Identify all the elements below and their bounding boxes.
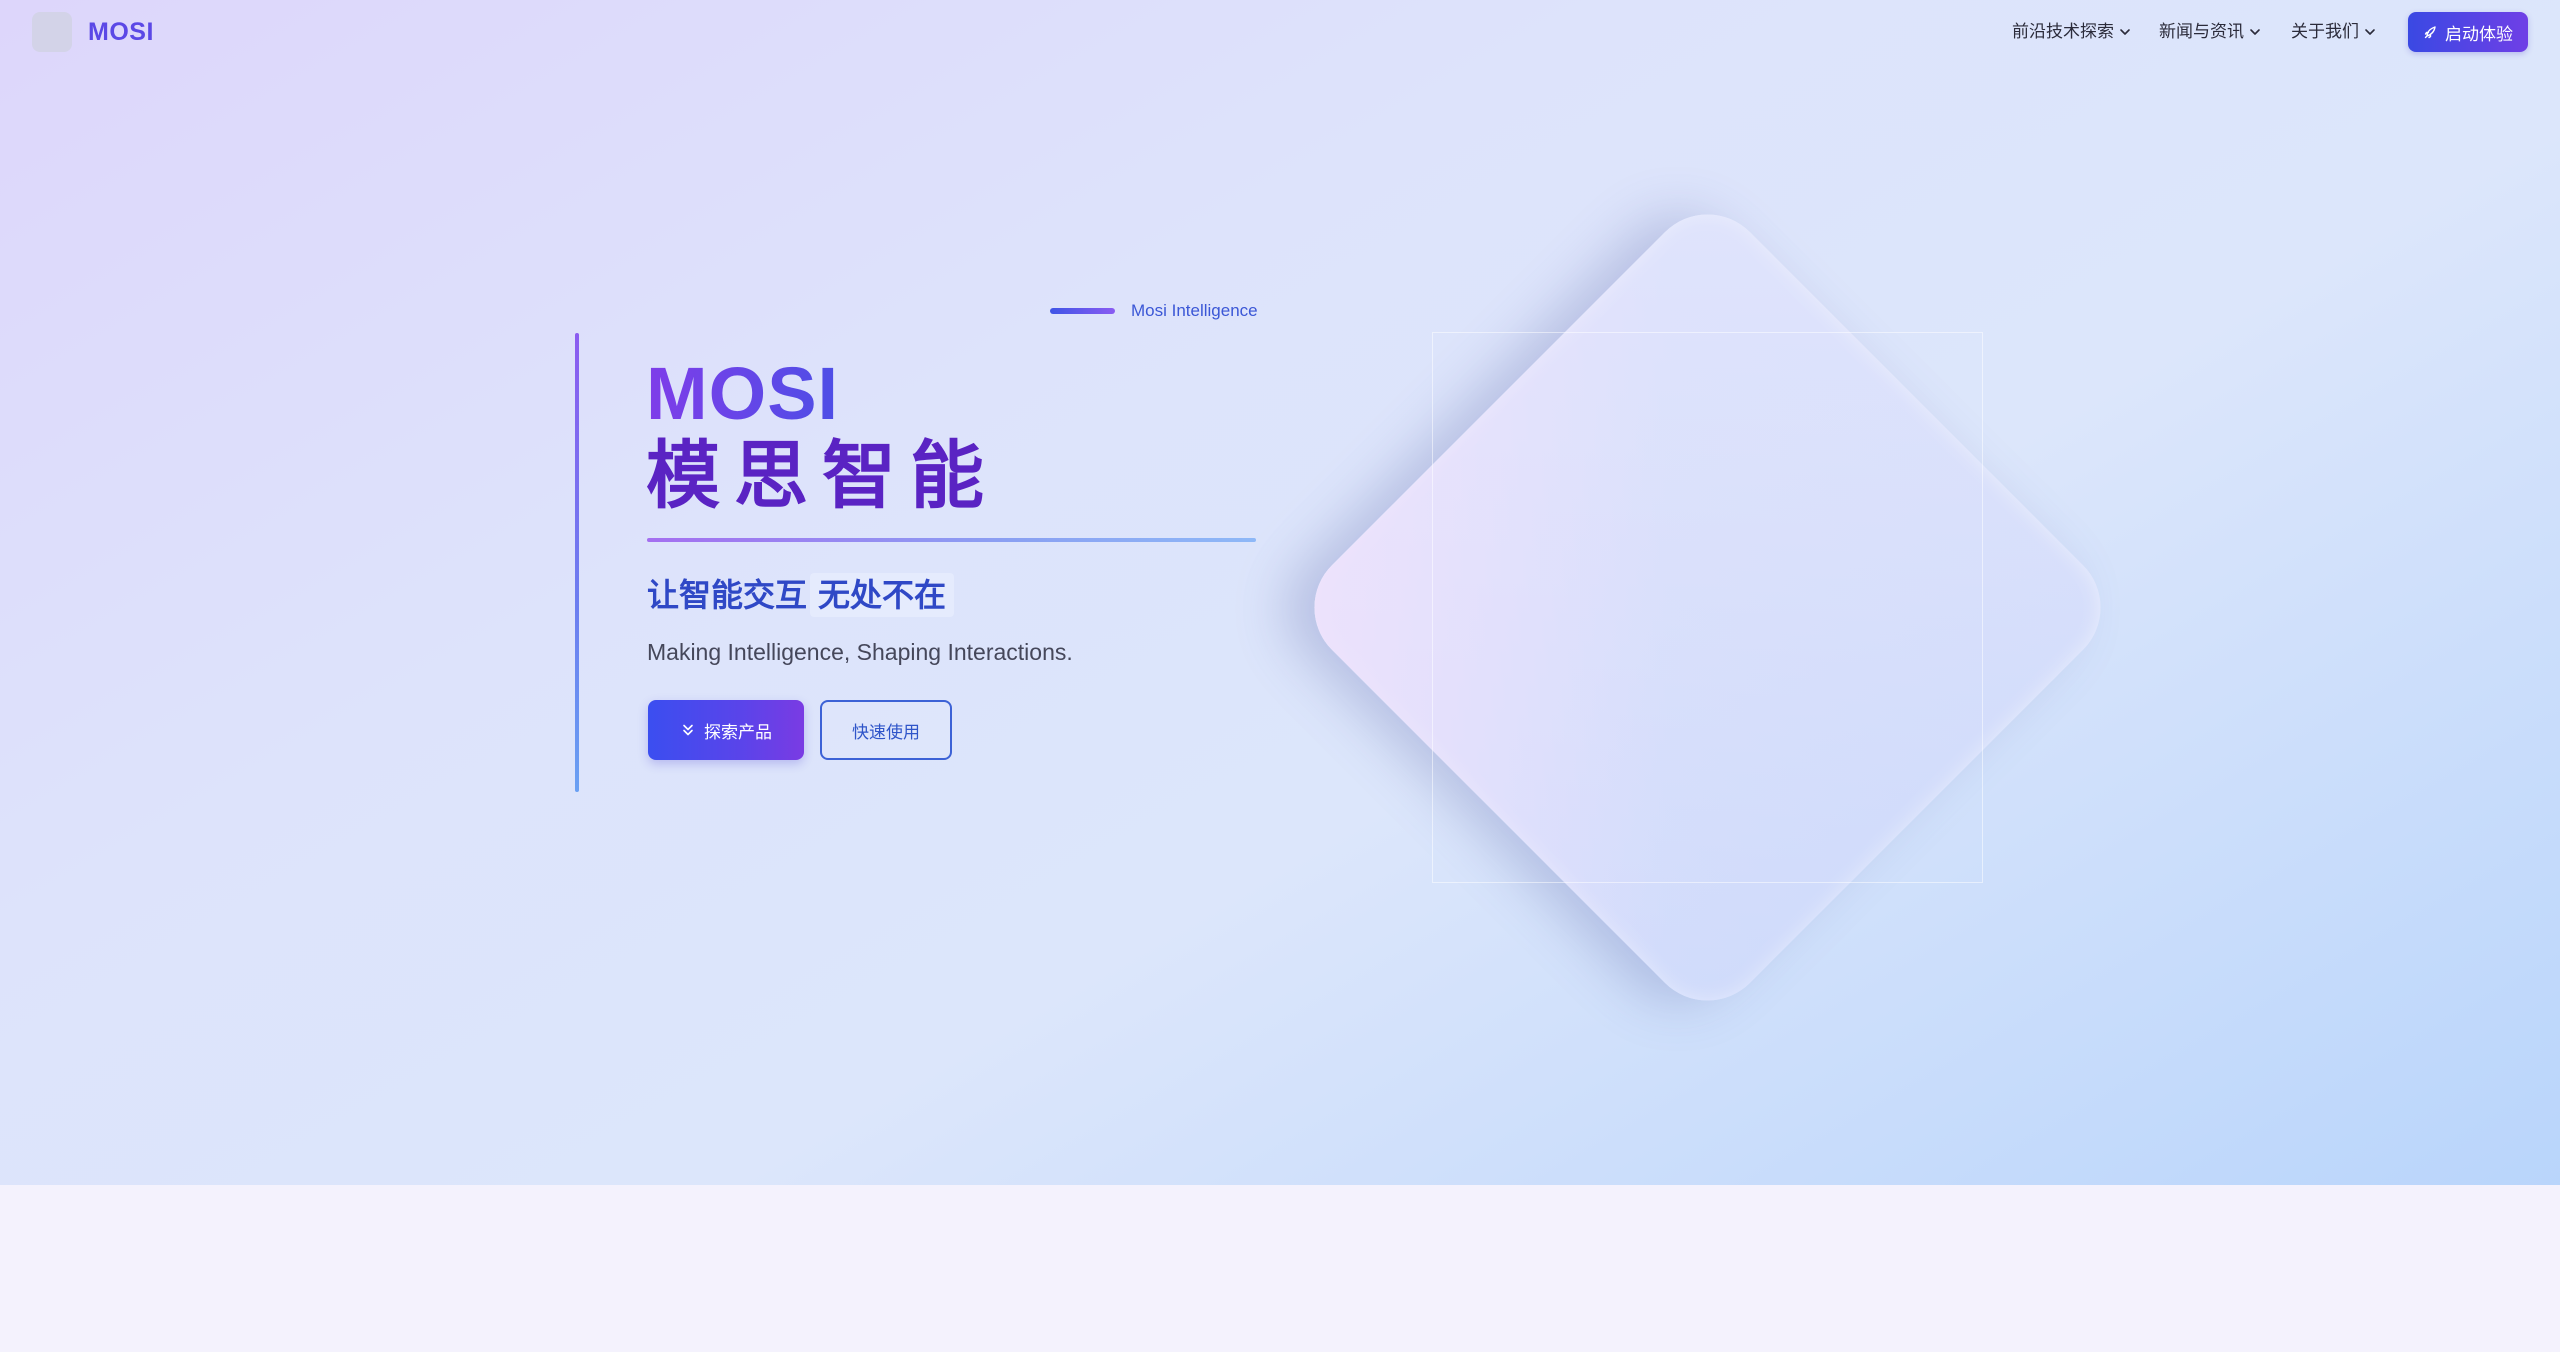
rocket-icon — [2423, 24, 2439, 40]
chevron-down-icon — [2363, 25, 2377, 39]
nav-item-news[interactable]: 新闻与资讯 — [2159, 20, 2262, 44]
site-header: MOSI 前沿技术探索 新闻与资讯 关于我们 启动体验 — [0, 0, 2560, 64]
nav-item-about[interactable]: 关于我们 — [2291, 20, 2377, 44]
launch-experience-label: 启动体验 — [2445, 24, 2513, 44]
hero-divider — [647, 538, 1256, 542]
nav-item-label: 新闻与资讯 — [2159, 22, 2244, 41]
explore-products-label: 探索产品 — [704, 722, 772, 742]
nav-item-frontier-tech[interactable]: 前沿技术探索 — [2012, 20, 2132, 44]
eyebrow-accent-line — [1050, 308, 1115, 314]
eyebrow-text: Mosi Intelligence — [1131, 301, 1258, 320]
explore-products-button[interactable]: 探索产品 — [648, 700, 804, 760]
launch-experience-button[interactable]: 启动体验 — [2408, 12, 2528, 52]
next-section — [0, 1185, 2560, 1352]
chevron-down-icon — [2248, 25, 2262, 39]
quick-start-label: 快速使用 — [852, 722, 920, 742]
diamond-guide-frame — [1432, 332, 1983, 883]
hero-subtitle: Making Intelligence, Shaping Interaction… — [647, 639, 1073, 665]
chevron-down-icon — [2118, 25, 2132, 39]
logo-mark[interactable] — [32, 12, 72, 52]
nav-item-label: 前沿技术探索 — [2012, 22, 2114, 41]
hero-diamond-graphic — [1289, 189, 2126, 1026]
hero-title-cn: 模思智能 — [646, 434, 998, 517]
quick-start-button[interactable]: 快速使用 — [820, 700, 952, 760]
double-chevron-down-icon — [680, 722, 696, 738]
logo-text[interactable]: MOSI — [88, 16, 154, 48]
nav-item-label: 关于我们 — [2291, 22, 2359, 41]
accent-vertical-bar — [575, 333, 579, 792]
hero-section: MOSI 前沿技术探索 新闻与资讯 关于我们 启动体验 Mosi Intelli… — [0, 0, 2560, 1185]
hero-tagline-part-a: 让智能交互 — [647, 577, 808, 613]
hero-title-en: MOSI — [646, 350, 839, 438]
hero-tagline-part-b: 无处不在 — [810, 573, 955, 617]
